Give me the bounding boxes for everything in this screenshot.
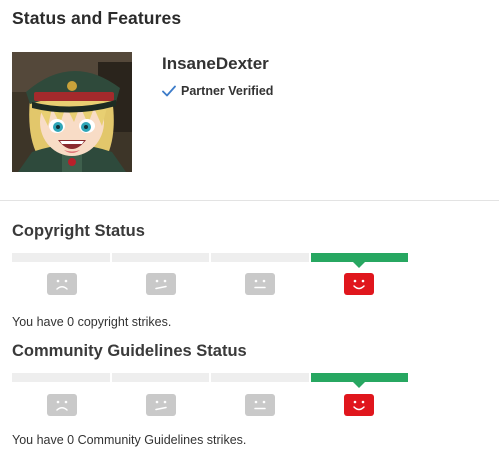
smile-face-icon [343,394,374,416]
sad-face-icon [46,394,77,416]
copyright-status-title: Copyright Status [12,222,145,240]
copyright-level-4-segment [310,253,408,268]
checkmark-icon [162,85,176,97]
community-level-3-segment [211,373,309,382]
community-guidelines-status-title: Community Guidelines Status [12,342,247,360]
community-guidelines-status-track [12,373,408,388]
community-guidelines-status-faces [12,394,408,416]
copyright-status-faces [12,273,408,295]
meh-face-icon [145,273,176,295]
copyright-strikes-text: You have 0 copyright strikes. [12,315,172,329]
avatar [12,52,132,172]
verified-label: Partner Verified [181,84,274,98]
copyright-level-1-segment [12,253,110,262]
smile-face-icon [343,273,374,295]
meh-face-icon [145,394,176,416]
copyright-level-2-segment [111,253,209,262]
neutral-face-icon [244,273,275,295]
community-level-4-segment [310,373,408,388]
channel-name: InsaneDexter [162,54,269,73]
copyright-level-3-segment [211,253,309,262]
community-level-1-segment [12,373,110,382]
sad-face-icon [46,273,77,295]
community-level-2-segment [111,373,209,382]
neutral-face-icon [244,394,275,416]
divider [0,200,499,201]
page-title: Status and Features [12,8,182,28]
partner-verified-badge: Partner Verified [162,83,273,99]
copyright-status-track [12,253,408,268]
community-guidelines-strikes-text: You have 0 Community Guidelines strikes. [12,433,247,447]
